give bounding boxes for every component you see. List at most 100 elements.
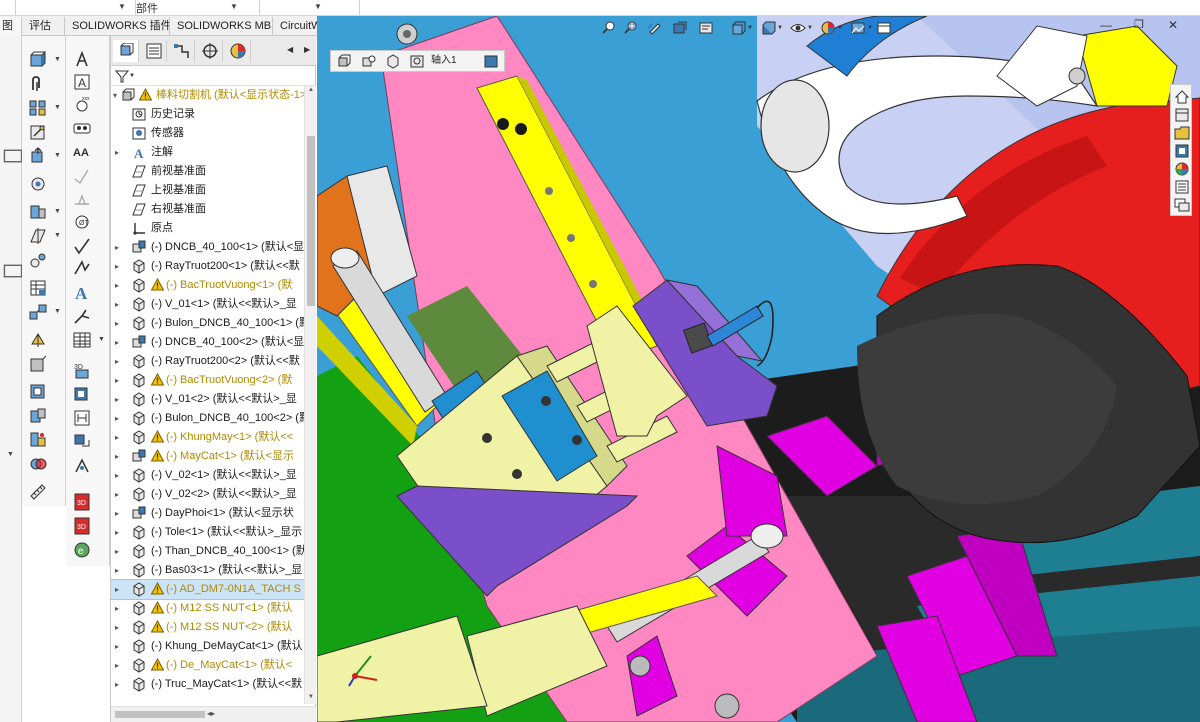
insert-component-icon[interactable] — [28, 50, 48, 70]
tree-item[interactable]: ▸ (-) M12 SS NUT<1> (默认 — [111, 599, 304, 618]
design-library-icon[interactable] — [1174, 107, 1190, 123]
tree-item[interactable]: ▸ (-) V_02<2> (默认<<默认>_显 — [111, 485, 304, 504]
move-component-icon[interactable] — [28, 146, 48, 166]
close-icon[interactable]: ✕ — [1168, 18, 1178, 32]
tree-item[interactable]: ▸ (-) BacTruotVuong<2> (默 — [111, 371, 304, 390]
face-icon[interactable] — [483, 54, 499, 69]
tab-evaluate[interactable]: 评估 — [23, 17, 65, 36]
tree-vertical-scrollbar[interactable]: ▲ ▼ — [304, 86, 316, 704]
tree-item[interactable]: ▸ A 注解 — [111, 143, 304, 162]
large-assembly-mode-icon[interactable] — [28, 406, 48, 426]
tree-item[interactable]: 原点 — [111, 219, 304, 238]
dimxpert-scheme-icon[interactable] — [72, 384, 92, 404]
configuration-manager-icon[interactable] — [169, 40, 195, 62]
chevron-down-icon[interactable]: ▼ — [54, 104, 61, 111]
tree-horizontal-scrollbar[interactable]: ◂▸ — [111, 706, 316, 722]
tree-item[interactable]: ▸ (-) De_MayCat<1> (默认< — [111, 656, 304, 675]
datum-feature-icon[interactable] — [72, 258, 92, 278]
restore-icon[interactable]: ❐ — [1134, 18, 1144, 31]
tab-solidworks-addins[interactable]: SOLIDWORKS 插件 — [66, 17, 170, 36]
measure-icon[interactable] — [28, 482, 48, 502]
display-manager-icon[interactable] — [225, 40, 251, 62]
assembly-visualization-icon[interactable] — [28, 430, 48, 450]
expand-arrow-icon[interactable]: ▸ — [115, 561, 119, 580]
collapse-arrow-icon[interactable]: ▾ — [113, 86, 117, 105]
tree-item[interactable]: 右视基准面 — [111, 200, 304, 219]
expand-arrow-icon[interactable]: ▸ — [115, 390, 119, 409]
tree-item[interactable]: 传感器 — [111, 124, 304, 143]
scroll-up-icon[interactable]: ▲ — [308, 87, 314, 93]
reference-geometry-icon[interactable] — [28, 226, 48, 246]
part-icon[interactable] — [409, 54, 425, 69]
tree-item[interactable]: ▸ (-) BacTruotVuong<1> (默 — [111, 276, 304, 295]
show-hidden-components-icon[interactable] — [28, 174, 48, 194]
tree-item[interactable]: ▸ (-) V_01<2> (默认<<默认>_显 — [111, 390, 304, 409]
scrollbar-thumb[interactable] — [307, 136, 315, 306]
tree-item[interactable]: ▸ (-) V_02<1> (默认<<默认>_显 — [111, 466, 304, 485]
tool-icon[interactable] — [3, 261, 23, 278]
tree-filter[interactable]: ▼ — [111, 67, 316, 86]
expand-arrow-icon[interactable]: ▸ — [115, 542, 119, 561]
minimize-icon[interactable]: — — [1100, 18, 1112, 32]
chevron-down-icon[interactable]: ▼ — [867, 25, 873, 31]
featuremanager-tree-icon[interactable] — [113, 40, 139, 62]
tab-solidworks-mbd[interactable]: SOLIDWORKS MBD — [171, 17, 273, 36]
text-icon[interactable]: A — [72, 282, 92, 303]
tree-item[interactable]: 前视基准面 — [111, 162, 304, 181]
breadcrumb-label[interactable]: 轴入1 — [431, 53, 457, 69]
chevron-down-icon[interactable]: ▼ — [837, 25, 843, 31]
assembly-icon[interactable] — [337, 54, 353, 69]
tree-item[interactable]: ▸ (-) AD_DM7-0N1A_TACH S — [111, 579, 304, 600]
hole-callout-icon[interactable]: ØT — [72, 212, 92, 232]
scroll-down-icon[interactable]: ▼ — [308, 694, 314, 700]
expand-arrow-icon[interactable]: ▸ — [115, 257, 119, 276]
datum-target-icon[interactable] — [72, 408, 92, 428]
zoom-area-icon[interactable] — [622, 20, 638, 39]
part-icon[interactable] — [385, 54, 401, 69]
tree-item[interactable]: ▸ (-) M12 SS NUT<2> (默认 — [111, 618, 304, 637]
tree-item[interactable]: ▸ (-) Than_DNCB_40_100<1> (默 — [111, 542, 304, 561]
chevron-down-icon[interactable]: ▼ — [54, 56, 61, 63]
apply-scene-icon[interactable] — [850, 20, 866, 39]
hide-show-items-icon[interactable] — [790, 20, 806, 39]
tree-item[interactable]: ▸ (-) RayTruot200<1> (默认<<默 — [111, 257, 304, 276]
tree-item[interactable]: ▸ (-) V_01<1> (默认<<默认>_显 — [111, 295, 304, 314]
tree-item[interactable]: ▸ (-) Khung_DeMayCat<1> (默认 — [111, 637, 304, 656]
tree-item[interactable]: 历史记录 — [111, 105, 304, 124]
top-menu[interactable]: 部件 ▼ — [136, 0, 260, 15]
dynamic-annotation-icon[interactable] — [698, 20, 714, 39]
chevron-down-icon[interactable]: ▼ — [98, 336, 105, 343]
assembly-model-view[interactable] — [317, 16, 1200, 722]
table-icon[interactable] — [72, 330, 92, 350]
mate-icon[interactable] — [28, 74, 48, 94]
update-speedpak-icon[interactable] — [28, 354, 48, 374]
previous-view-icon[interactable] — [646, 20, 662, 39]
assembly-features-icon[interactable] — [28, 202, 48, 222]
graphics-area[interactable]: ▼ ▼ ▼ ▼ ▼ 轴入1 — [317, 16, 1200, 722]
new-motion-study-icon[interactable] — [28, 250, 48, 270]
chevron-down-icon[interactable]: ▼ — [777, 25, 783, 31]
custom-properties-icon[interactable] — [1174, 179, 1190, 195]
expand-arrow-icon[interactable]: ▸ — [115, 295, 119, 314]
tree-item[interactable]: ▸ (-) Truc_MayCat<1> (默认<<默 — [111, 675, 304, 694]
edrawings-icon[interactable]: e — [72, 540, 92, 560]
chevron-down-icon[interactable]: ▼ — [54, 152, 61, 159]
tree-item[interactable]: ▸ (-) DNCB_40_100<1> (默认<显 — [111, 238, 304, 257]
chevron-down-icon[interactable]: ▼ — [54, 208, 61, 215]
chevron-down-icon[interactable]: ▼ — [7, 451, 14, 458]
view-orientation-icon[interactable] — [730, 20, 746, 39]
view-settings-icon[interactable] — [876, 20, 892, 39]
pattern-feature-icon[interactable] — [72, 432, 92, 452]
chevron-down-icon[interactable]: ▼ — [747, 25, 753, 31]
top-dropdown[interactable]: ▼ — [16, 0, 136, 15]
expand-arrow-icon[interactable]: ▸ — [115, 599, 119, 618]
3d-view-icon[interactable]: 3D — [72, 360, 92, 380]
expand-arrow-icon[interactable]: ▸ — [115, 675, 119, 694]
publish-edrawings-icon[interactable]: 3D — [72, 516, 92, 536]
tree-item[interactable]: ▸ (-) Bulon_DNCB_40_100<2> (默 — [111, 409, 304, 428]
evaluate-icon[interactable] — [72, 50, 92, 70]
appearances-icon[interactable] — [1174, 161, 1190, 177]
tree-item[interactable]: 上视基准面 — [111, 181, 304, 200]
instant3d-icon[interactable] — [28, 330, 48, 350]
note-icon[interactable]: A — [72, 72, 92, 92]
